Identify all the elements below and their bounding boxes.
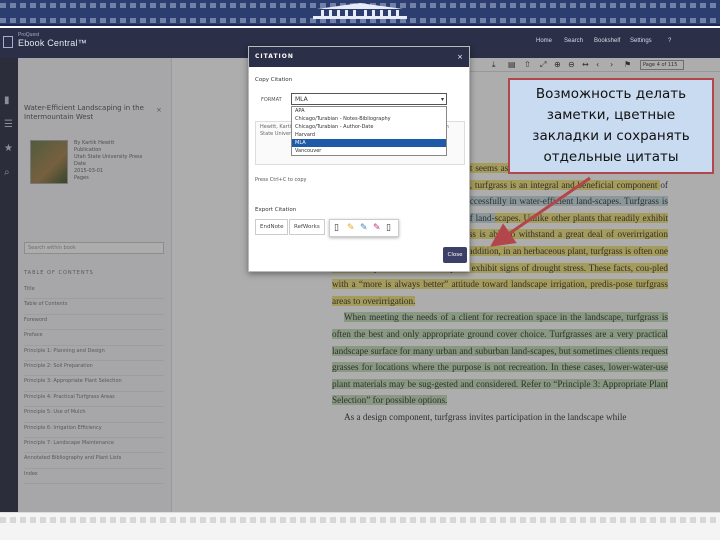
chevron-down-icon: ▾	[440, 96, 444, 103]
nav-search[interactable]: Search	[564, 38, 583, 44]
close-button[interactable]: Close	[443, 247, 467, 263]
help-icon[interactable]: ?	[668, 38, 671, 44]
format-option[interactable]: Chicago/Turabian - Author-Date	[292, 123, 446, 131]
copy-icon[interactable]: ▯	[386, 223, 391, 233]
callout-line: закладки и сохранять	[532, 128, 690, 144]
callout-line: заметки, цветные	[546, 107, 676, 123]
note-icon[interactable]: ▯	[334, 223, 339, 233]
nav-bookshelf[interactable]: Bookshelf	[594, 38, 620, 44]
yellow-highlighter-icon[interactable]: ✎	[347, 223, 355, 233]
format-label: FORMAT	[261, 97, 282, 103]
format-select[interactable]: MLA ▾	[291, 93, 447, 105]
export-refworks-button[interactable]: RefWorks	[289, 219, 325, 235]
annotation-callout: Возможность делать заметки, цветные закл…	[508, 78, 714, 174]
copy-instruction: Press Ctrl+C to copy	[255, 177, 307, 183]
dialog-title: CITATION	[249, 47, 469, 67]
format-option[interactable]: APA	[292, 107, 446, 115]
building-logo-icon	[313, 3, 407, 19]
format-select-value: MLA	[295, 96, 308, 103]
bottom-banner	[0, 512, 720, 540]
format-option[interactable]: Chicago/Turabian - Notes-Bibliography	[292, 115, 446, 123]
callout-line: Возможность делать	[535, 86, 687, 102]
blue-highlighter-icon[interactable]: ✎	[360, 223, 368, 233]
export-endnote-button[interactable]: EndNote	[255, 219, 289, 235]
format-option[interactable]: MLA	[292, 139, 446, 147]
callout-line: отдельные цитаты	[543, 149, 679, 165]
greek-key-pattern	[0, 517, 720, 523]
nav-settings[interactable]: Settings	[630, 38, 652, 44]
top-banner	[0, 0, 720, 26]
brand-logo[interactable]: ProQuest Ebook Central™	[18, 32, 87, 48]
citation-dialog: CITATION × Copy Citation FORMAT MLA ▾ AP…	[248, 46, 470, 272]
format-option[interactable]: Vancouver	[292, 147, 446, 155]
format-option[interactable]: Harvard	[292, 131, 446, 139]
highlight-tool-palette: ▯ ✎ ✎ ✎ ▯	[329, 219, 399, 237]
copy-citation-heading: Copy Citation	[255, 77, 293, 83]
pink-highlighter-icon[interactable]: ✎	[373, 223, 381, 233]
format-dropdown-list: APA Chicago/Turabian - Notes-Bibliography…	[291, 106, 447, 156]
dialog-close-icon[interactable]: ×	[457, 47, 463, 67]
book-icon	[3, 36, 13, 48]
export-citation-heading: Export Citation	[255, 207, 297, 213]
nav-home[interactable]: Home	[536, 38, 552, 44]
brand-line2: Ebook Central™	[18, 38, 87, 48]
